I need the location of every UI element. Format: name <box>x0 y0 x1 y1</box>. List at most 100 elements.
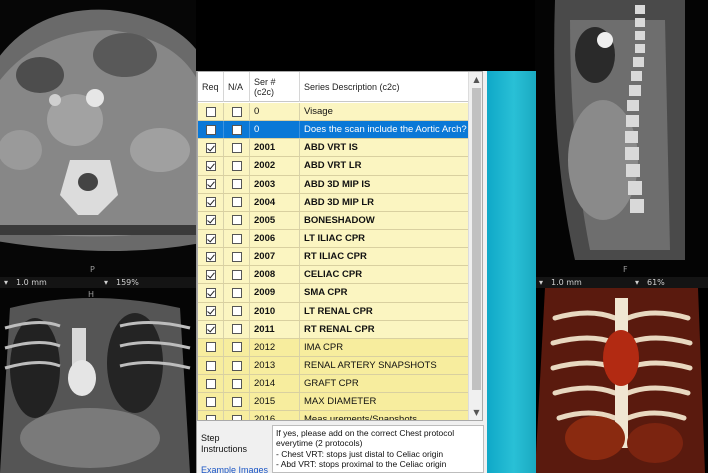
req-cell <box>198 338 224 356</box>
na-checkbox[interactable] <box>231 378 242 389</box>
grid-rows: 0 Visage 0 Does the scan include the Aortic… <box>198 103 468 421</box>
coronal-viewport[interactable]: H <box>0 288 196 473</box>
req-checkbox[interactable] <box>205 233 216 244</box>
table-row[interactable]: 2010 LT RENAL CPR <box>198 302 468 321</box>
na-checkbox[interactable] <box>231 197 242 208</box>
na-checkbox[interactable] <box>231 342 242 353</box>
col-header-series-description[interactable]: Series Description (c2c) <box>300 72 468 102</box>
na-cell <box>224 211 250 229</box>
table-row[interactable]: 2003 ABD 3D MIP IS <box>198 175 468 194</box>
na-checkbox[interactable] <box>231 142 242 153</box>
na-checkbox[interactable] <box>231 269 242 280</box>
series-description-cell: Meas urements/Snapshots <box>304 414 418 421</box>
na-checkbox[interactable] <box>231 360 242 371</box>
series-number-cell: 0 <box>250 103 300 121</box>
req-checkbox[interactable] <box>205 396 216 407</box>
zoom-level[interactable]: 61% <box>647 277 665 288</box>
series-number-cell: 2002 <box>250 157 300 175</box>
table-row[interactable]: 2005 BONESHADOW <box>198 211 468 230</box>
grid-vertical-scrollbar[interactable]: ▲ ▼ <box>468 72 482 420</box>
req-checkbox[interactable] <box>205 306 216 317</box>
req-checkbox[interactable] <box>205 142 216 153</box>
scroll-up-icon[interactable]: ▲ <box>469 72 482 87</box>
zoom-level[interactable]: 159% <box>116 277 139 288</box>
req-checkbox[interactable] <box>205 215 216 226</box>
col-header-na[interactable]: N/A <box>224 72 250 102</box>
req-checkbox[interactable] <box>205 160 216 171</box>
na-checkbox[interactable] <box>231 179 242 190</box>
req-checkbox[interactable] <box>205 179 216 190</box>
series-grid[interactable]: Req N/A Ser # (c2c) Series Description (… <box>197 71 483 421</box>
req-cell <box>198 175 224 193</box>
req-checkbox[interactable] <box>205 106 216 117</box>
req-checkbox[interactable] <box>205 414 216 420</box>
table-row[interactable]: 2015 MAX DIAMETER <box>198 393 468 412</box>
series-number-cell: 2016 <box>250 411 300 420</box>
example-images-link[interactable]: Example Images <box>201 465 271 473</box>
req-cell <box>198 375 224 393</box>
req-cell <box>198 121 224 139</box>
table-row[interactable]: 2004 ABD 3D MIP LR <box>198 193 468 212</box>
table-row[interactable]: 2001 ABD VRT IS <box>198 139 468 158</box>
slice-dropdown-icon[interactable]: ▾ <box>539 277 543 288</box>
table-row[interactable]: 2006 LT ILIAC CPR <box>198 229 468 249</box>
sagittal-orientation-label: F <box>623 265 628 274</box>
scrollbar-thumb[interactable] <box>472 88 481 390</box>
na-checkbox[interactable] <box>231 287 242 298</box>
series-number-cell: 2009 <box>250 284 300 302</box>
na-checkbox[interactable] <box>231 160 242 171</box>
na-cell <box>224 356 250 375</box>
req-checkbox[interactable] <box>205 287 216 298</box>
series-number-cell: 2003 <box>250 175 300 193</box>
table-row[interactable]: 2002 ABD VRT LR <box>198 157 468 176</box>
na-checkbox[interactable] <box>231 251 242 262</box>
req-cell <box>198 193 224 211</box>
sagittal-viewport[interactable]: F <box>535 0 708 277</box>
table-row[interactable]: 2009 SMA CPR <box>198 284 468 303</box>
instruction-line: - Chest VRT: stops just distal to Celiac… <box>276 448 444 459</box>
series-description-cell: RT RENAL CPR <box>304 323 375 335</box>
table-row[interactable]: 2008 CELIAC CPR <box>198 266 468 285</box>
table-row[interactable]: 2016 Meas urements/Snapshots <box>198 411 468 421</box>
req-checkbox[interactable] <box>205 251 216 262</box>
na-cell <box>224 229 250 248</box>
table-row[interactable]: 2013 RENAL ARTERY SNAPSHOTS <box>198 356 468 376</box>
na-checkbox[interactable] <box>231 396 242 407</box>
table-row[interactable]: 0 Visage <box>198 103 468 122</box>
req-checkbox[interactable] <box>205 197 216 208</box>
slice-dropdown-icon[interactable]: ▾ <box>4 277 8 288</box>
req-checkbox[interactable] <box>205 342 216 353</box>
slice-thickness[interactable]: 1.0 mm <box>551 277 582 288</box>
na-checkbox[interactable] <box>231 215 242 226</box>
table-row[interactable]: 2007 RT ILIAC CPR <box>198 248 468 267</box>
table-row[interactable]: 2011 RT RENAL CPR <box>198 320 468 339</box>
na-checkbox[interactable] <box>231 306 242 317</box>
na-cell <box>224 139 250 157</box>
series-number-cell: 2007 <box>250 248 300 266</box>
table-row[interactable]: 0 Does the scan include the Aortic Arch? <box>198 121 468 140</box>
col-header-req[interactable]: Req <box>198 72 224 102</box>
vrt-3d-image <box>535 288 708 473</box>
series-description-cell: ABD VRT LR <box>304 160 362 172</box>
req-checkbox[interactable] <box>205 360 216 371</box>
table-row[interactable]: 2014 GRAFT CPR <box>198 375 468 394</box>
req-checkbox[interactable] <box>205 324 216 335</box>
na-checkbox[interactable] <box>231 324 242 335</box>
vrt-viewport[interactable] <box>535 288 708 473</box>
na-checkbox[interactable] <box>231 124 242 135</box>
col-header-series-number[interactable]: Ser # (c2c) <box>250 72 300 102</box>
series-description-cell: ABD 3D MIP IS <box>304 178 371 190</box>
scroll-down-icon[interactable]: ▼ <box>469 405 482 420</box>
axial-viewport[interactable]: P <box>0 0 196 277</box>
req-checkbox[interactable] <box>205 124 216 135</box>
req-checkbox[interactable] <box>205 378 216 389</box>
zoom-dropdown-icon[interactable]: ▾ <box>104 277 108 288</box>
series-description-cell: LT RENAL CPR <box>304 305 373 317</box>
zoom-dropdown-icon[interactable]: ▾ <box>635 277 639 288</box>
slice-thickness[interactable]: 1.0 mm <box>16 277 47 288</box>
req-checkbox[interactable] <box>205 269 216 280</box>
na-checkbox[interactable] <box>231 414 242 420</box>
na-checkbox[interactable] <box>231 233 242 244</box>
na-checkbox[interactable] <box>231 106 242 117</box>
table-row[interactable]: 2012 IMA CPR <box>198 338 468 357</box>
